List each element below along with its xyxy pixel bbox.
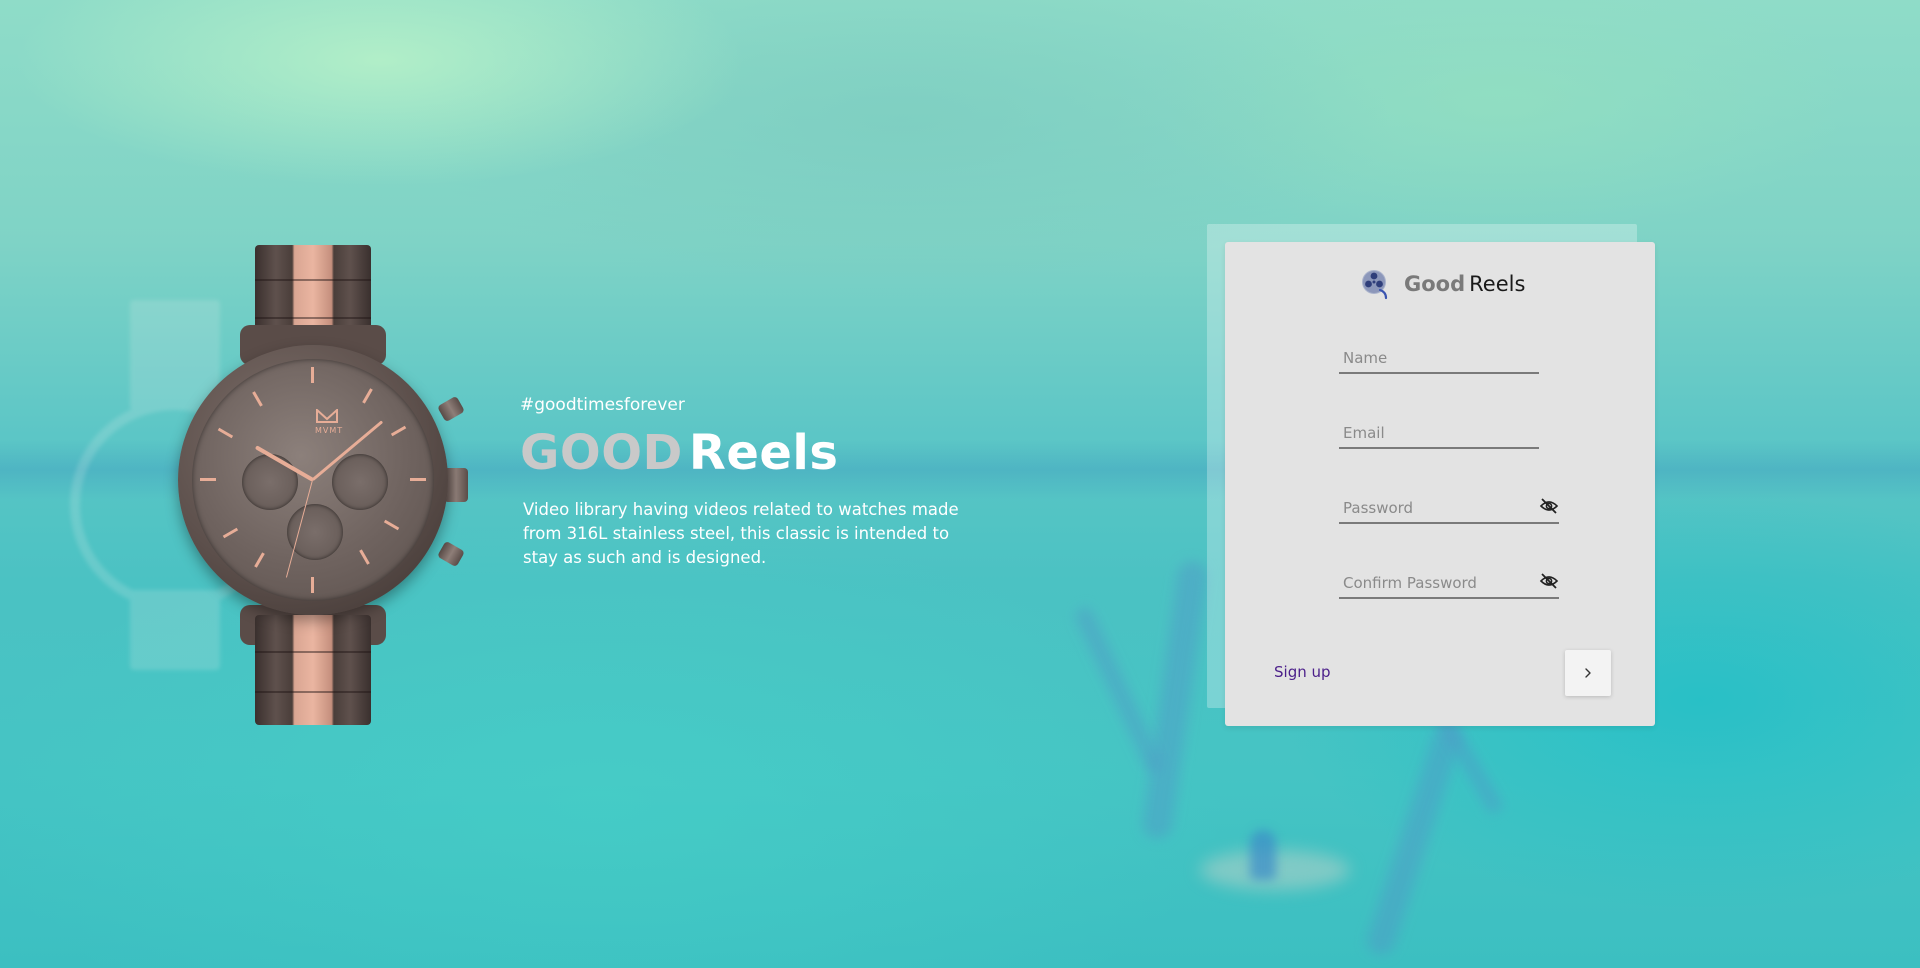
chevron-right-icon [1585, 668, 1591, 678]
film-reel-icon [1360, 268, 1392, 300]
watch-subdial-bottom [287, 504, 343, 560]
watch-brand-mark: MVMT [315, 407, 342, 435]
signup-card: Good Reels Name Email Sign up [1225, 242, 1655, 726]
person-silhouette [1250, 830, 1276, 880]
password-input[interactable] [1339, 496, 1559, 520]
background-tree [1363, 721, 1465, 959]
password-field [1339, 496, 1559, 524]
card-brand-reels: Reels [1469, 272, 1526, 296]
watch-dial: MVMT [192, 359, 434, 601]
signup-page: MVMT #goodtimesforever GOOD Reels Video l… [0, 0, 1920, 968]
watch-pusher-bottom [436, 540, 466, 568]
name-field [1339, 346, 1539, 374]
hero-title: GOOD Reels [520, 425, 838, 481]
hero-hashtag: #goodtimesforever [520, 395, 685, 415]
eye-off-icon[interactable] [1539, 496, 1559, 516]
background-tree [1072, 604, 1166, 776]
confirm-password-input[interactable] [1339, 571, 1559, 595]
email-field [1339, 421, 1539, 449]
hero-title-good: GOOD [520, 425, 683, 481]
watch-subdial-left [242, 454, 298, 510]
hero-description: Video library having videos related to w… [523, 500, 959, 567]
email-input[interactable] [1339, 421, 1539, 445]
card-brand-good: Good [1404, 272, 1466, 296]
next-button[interactable] [1565, 650, 1611, 696]
watch-pusher-top [436, 395, 466, 423]
hero-title-reels: Reels [688, 425, 839, 481]
watch-case: MVMT [178, 345, 448, 615]
watch-brand-text: MVMT [315, 426, 344, 435]
background-tree [1140, 559, 1210, 841]
watch-subdial-right [332, 454, 388, 510]
confirm-password-field [1339, 571, 1559, 599]
watch-image: MVMT [170, 245, 490, 725]
name-input[interactable] [1339, 346, 1539, 370]
signup-link[interactable]: Sign up [1274, 663, 1331, 681]
card-brand: Good Reels [1360, 267, 1525, 301]
mvmt-logo-icon [316, 407, 338, 423]
watch-strap-bottom [255, 615, 371, 725]
eye-off-icon[interactable] [1539, 571, 1559, 591]
